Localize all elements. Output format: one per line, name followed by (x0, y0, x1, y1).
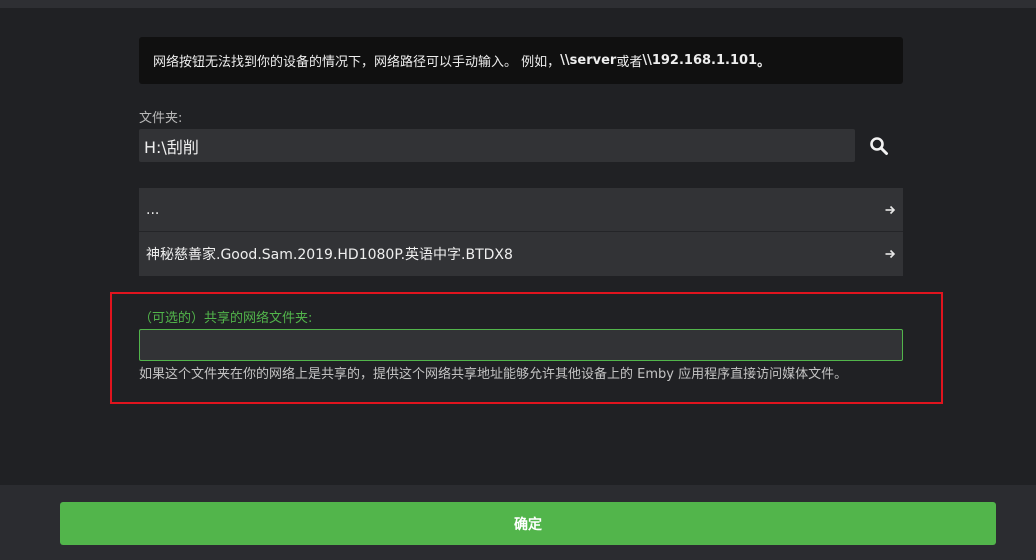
info-example-server: \\server (560, 53, 617, 68)
search-button[interactable] (862, 129, 895, 162)
ok-button[interactable]: 确定 (60, 502, 996, 545)
arrow-right-icon (884, 248, 896, 260)
network-share-input[interactable] (139, 329, 903, 361)
info-text-suffix: 。 (757, 55, 771, 70)
list-item-parent-directory[interactable]: ... (139, 188, 903, 231)
info-example-ip: \\192.168.1.101 (642, 53, 758, 68)
info-text-mid: 或者 (616, 55, 643, 70)
network-path-info: 网络按钮无法找到你的设备的情况下，网络路径可以手动输入。 例如， \\serve… (139, 37, 903, 84)
directory-list: ... 神秘慈善家.Good.Sam.2019.HD1080P.英语中字.BTD… (139, 188, 903, 276)
folder-picker-dialog: 网络按钮无法找到你的设备的情况下，网络路径可以手动输入。 例如， \\serve… (0, 8, 1036, 485)
arrow-right-icon (884, 204, 896, 216)
top-bar (0, 0, 1036, 8)
search-icon (869, 136, 888, 155)
network-share-label: （可选的）共享的网络文件夹: (139, 311, 313, 326)
folder-label: 文件夹: (139, 111, 183, 126)
dialog-footer: 确定 (0, 485, 1036, 560)
list-item-folder[interactable]: 神秘慈善家.Good.Sam.2019.HD1080P.英语中字.BTDX8 (139, 231, 903, 276)
info-text-prefix: 网络按钮无法找到你的设备的情况下，网络路径可以手动输入。 例如， (153, 55, 561, 70)
network-share-help-text: 如果这个文件夹在你的网络上是共享的，提供这个网络共享地址能够允许其他设备上的 E… (139, 367, 848, 382)
folder-path-input[interactable] (139, 129, 855, 162)
list-item-label: ... (146, 201, 160, 218)
list-item-label: 神秘慈善家.Good.Sam.2019.HD1080P.英语中字.BTDX8 (146, 247, 513, 263)
